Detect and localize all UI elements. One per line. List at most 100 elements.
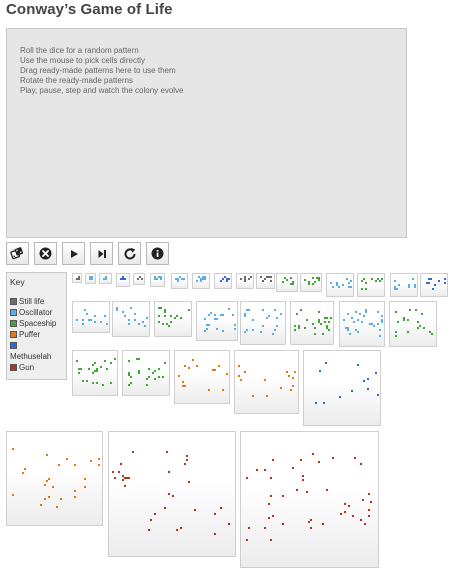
pattern-card[interactable]	[154, 301, 192, 337]
pattern-cell	[148, 376, 150, 378]
pattern-cell	[268, 503, 270, 505]
pattern-card[interactable]	[236, 273, 254, 289]
pattern-cell	[330, 282, 332, 284]
pattern-card[interactable]	[276, 273, 298, 292]
pattern-cell	[78, 278, 80, 280]
pattern-card[interactable]	[192, 273, 210, 289]
pattern-cell	[304, 279, 306, 281]
pattern-cell	[146, 378, 148, 380]
pattern-cell	[379, 280, 381, 282]
pattern-card[interactable]	[171, 273, 188, 289]
life-board[interactable]: Roll the dice for a random pattern Use t…	[6, 28, 407, 238]
pattern-cell	[177, 280, 179, 282]
pattern-cell	[244, 331, 246, 333]
pattern-cell	[351, 317, 353, 319]
pattern-cell	[260, 276, 262, 278]
pattern-card[interactable]	[72, 350, 118, 396]
pattern-card[interactable]	[72, 273, 82, 283]
pattern-card[interactable]	[99, 273, 112, 284]
pattern-card[interactable]	[112, 301, 150, 337]
pattern-cell	[96, 370, 98, 372]
pattern-card[interactable]	[326, 273, 354, 297]
step-button[interactable]	[90, 242, 113, 265]
pattern-cell	[244, 280, 246, 282]
page-title: Conway’s Game of Life	[6, 1, 173, 18]
pattern-cell	[403, 319, 405, 321]
pattern-card[interactable]	[234, 350, 299, 414]
pattern-cell	[214, 314, 216, 316]
pattern-cell	[264, 278, 266, 280]
pattern-cell	[142, 321, 144, 323]
pattern-card[interactable]	[85, 273, 96, 284]
pattern-cell	[114, 477, 116, 479]
pattern-card[interactable]	[240, 431, 379, 568]
pattern-preview	[282, 277, 294, 285]
legend-swatch	[10, 341, 17, 349]
pattern-card[interactable]	[72, 301, 110, 333]
pattern-cell	[365, 309, 367, 311]
pattern-cell	[354, 457, 356, 459]
pattern-card[interactable]	[389, 301, 437, 347]
pattern-cell	[218, 365, 220, 367]
pattern-cell	[264, 527, 266, 529]
pattern-cell	[318, 321, 320, 323]
pattern-cell	[266, 317, 268, 319]
pattern-card[interactable]	[303, 350, 381, 426]
pattern-cell	[89, 278, 91, 280]
pattern-card[interactable]	[150, 273, 165, 287]
pattern-cell	[330, 317, 332, 319]
pattern-cell	[408, 284, 410, 286]
clear-icon	[39, 247, 52, 260]
pattern-card[interactable]	[357, 273, 385, 297]
pattern-cell	[138, 370, 140, 372]
pattern-cell	[139, 276, 141, 278]
pattern-card[interactable]	[116, 273, 130, 287]
pattern-cell	[164, 309, 166, 311]
rotate-button[interactable]	[118, 242, 141, 265]
pattern-cell	[365, 282, 367, 284]
pattern-cell	[116, 307, 118, 309]
pattern-card[interactable]	[108, 431, 236, 557]
pattern-cell	[315, 402, 317, 404]
pattern-cell	[357, 331, 359, 333]
random-button[interactable]	[6, 242, 29, 265]
pattern-card[interactable]	[339, 301, 385, 347]
pattern-cell	[350, 280, 352, 282]
pattern-cell	[246, 329, 248, 331]
pattern-cell	[56, 506, 58, 508]
pattern-cell	[272, 515, 274, 517]
info-button[interactable]	[146, 242, 169, 265]
pattern-cell	[276, 325, 278, 327]
pattern-cell	[412, 278, 414, 280]
pattern-cell	[290, 283, 292, 285]
pattern-card[interactable]	[256, 273, 275, 289]
pattern-card[interactable]	[420, 273, 448, 297]
pattern-card[interactable]	[133, 273, 145, 285]
play-button[interactable]	[62, 242, 85, 265]
pattern-card[interactable]	[6, 431, 103, 526]
pattern-cell	[66, 458, 68, 460]
pattern-card[interactable]	[122, 350, 170, 396]
pattern-card[interactable]	[290, 301, 334, 345]
pattern-cell	[363, 278, 365, 280]
pattern-cell	[78, 368, 80, 370]
pattern-card[interactable]	[390, 273, 418, 297]
pattern-card[interactable]	[196, 301, 238, 341]
pattern-cell	[96, 368, 98, 370]
pattern-cell	[46, 480, 48, 482]
pattern-cell	[84, 309, 86, 311]
pattern-card[interactable]	[300, 273, 322, 292]
pattern-cell	[357, 319, 359, 321]
pattern-cell	[375, 280, 377, 282]
pattern-card[interactable]	[174, 350, 230, 404]
pattern-cell	[188, 367, 190, 369]
pattern-cell	[379, 329, 381, 331]
pattern-card[interactable]	[240, 301, 286, 345]
pattern-cell	[323, 402, 325, 404]
pattern-preview	[103, 276, 107, 280]
pattern-cell	[162, 376, 164, 378]
legend-swatch	[10, 319, 17, 327]
clear-button[interactable]	[34, 242, 57, 265]
pattern-card[interactable]	[214, 273, 232, 289]
pattern-cell	[128, 319, 130, 321]
